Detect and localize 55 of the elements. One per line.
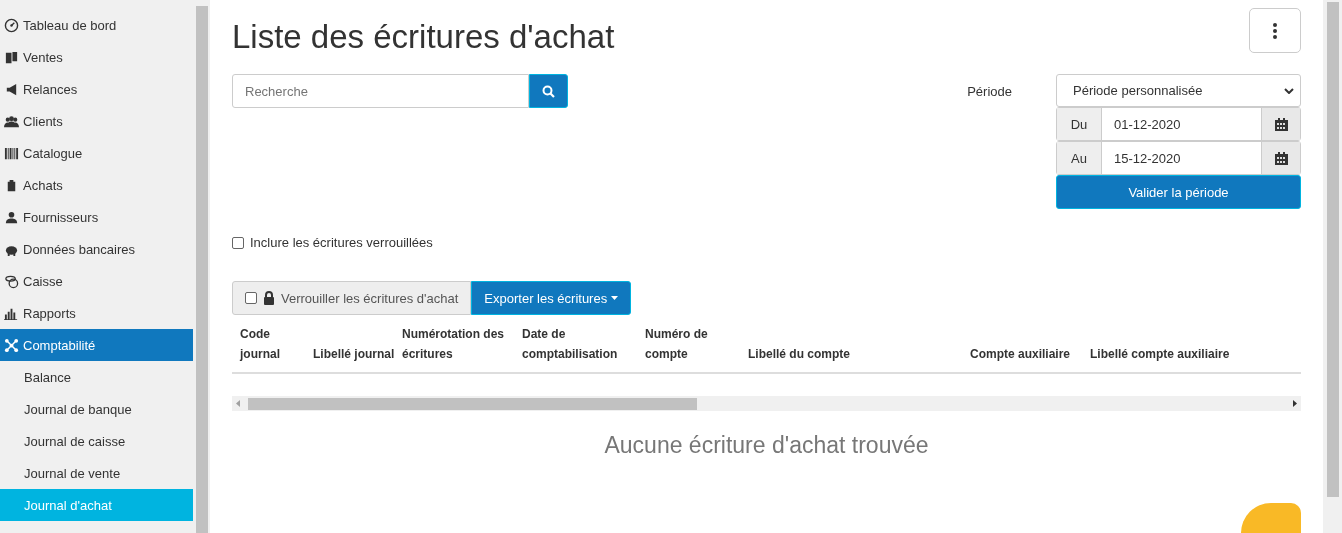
export-button[interactable]: Exporter les écritures [471,281,632,315]
column-header[interactable]: Compte auxiliaire [970,344,1090,364]
period-label: Période [967,83,1012,101]
period-select[interactable]: Période personnalisée [1056,74,1301,107]
sidebar-item[interactable]: Ventes [0,41,193,73]
sidebar-item[interactable]: Catalogue [0,137,193,169]
megaphone-icon [4,81,19,97]
more-button[interactable] [1249,8,1301,53]
padlock-icon [263,291,275,305]
users-icon [4,113,19,129]
checkbox-label: Inclure les écritures verrouillées [250,235,433,250]
chevron-down-icon [1284,87,1294,94]
caret-icon [611,296,619,300]
horizontal-scrollbar[interactable] [232,396,1301,411]
scrollbar-thumb[interactable] [248,397,697,410]
scrollbar-thumb[interactable] [195,6,208,533]
column-header[interactable]: Libellé compte auxiliaire [1090,344,1301,364]
page-title: Liste des écritures d'achat [232,18,615,56]
sidebar-item[interactable]: Journal de caisse [0,425,193,457]
scroll-left-icon [236,400,240,407]
documents-icon [4,49,19,65]
search-field[interactable]: Recherche [232,74,529,108]
empty-message: Aucune écriture d'achat trouvée [603,432,930,459]
column-header[interactable]: Libellé journal [313,344,402,364]
scroll-right-icon [1293,400,1297,407]
sidebar-item[interactable]: Balance [0,361,193,393]
column-header[interactable]: Date de comptabilisation [522,324,645,364]
column-header[interactable]: Libellé du compte [748,344,970,364]
checkbox[interactable] [232,236,244,249]
sidebar-item[interactable]: Achats [0,169,193,201]
barcode-icon [4,145,19,161]
validate-button[interactable]: Valider la période [1056,175,1301,209]
sidebar-item[interactable]: Clients [0,105,193,137]
sidebar-item[interactable]: Tableau de bord [0,9,193,41]
coins-icon [4,273,19,289]
sidebar-item[interactable]: Rapports [0,297,193,329]
network-icon [4,337,19,353]
sidebar-item[interactable]: Comptabilité [0,329,193,361]
checkbox[interactable] [245,292,257,304]
sidebar-item[interactable]: Fournisseurs [0,201,193,233]
search-button[interactable] [529,74,568,108]
column-header[interactable]: Code journal [240,324,313,364]
sidebar-item[interactable]: Journal de banque [0,393,193,425]
more-icon [1273,22,1277,39]
sidebar-item[interactable]: Journal de vente [0,457,193,489]
column-header[interactable]: Numérotation des écritures [402,324,522,364]
column-header[interactable]: Numéro de compte [645,324,748,364]
sidebar-item[interactable]: Données bancaires [0,233,193,265]
sidebar-item[interactable]: Relances [0,73,193,105]
gauge-icon [4,17,19,33]
scrollbar-thumb[interactable] [1326,2,1339,497]
sidebar-item[interactable]: Caisse [0,265,193,297]
lock-label: Verrouiller les écritures d'achat [281,290,459,306]
user-icon [4,209,19,225]
search-icon [542,84,555,98]
